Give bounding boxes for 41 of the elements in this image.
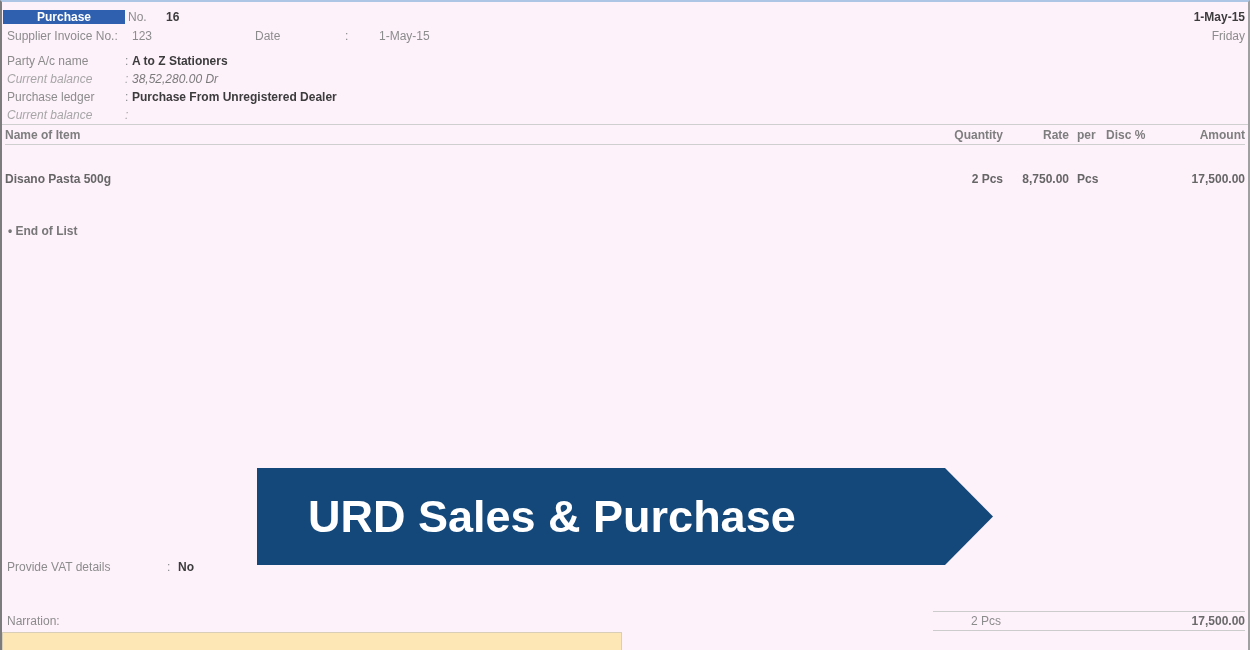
- column-header: Quantity: [953, 127, 1004, 142]
- field-value: Purchase From Unregistered Dealer: [132, 90, 338, 104]
- field-value: 1-May-15: [379, 29, 430, 43]
- table-cell-text: 8,750.00: [1021, 172, 1070, 186]
- table-cell-text: 2 Pcs: [970, 172, 1004, 186]
- balance-value: 38,52,280.00 Dr: [132, 72, 220, 86]
- field-label: Provide VAT details: [7, 560, 112, 574]
- column-header: Disc %: [1106, 127, 1147, 142]
- column-header: Name of Item: [5, 127, 82, 142]
- table-cell-text: Disano Pasta 500g: [5, 172, 113, 186]
- end-of-list-marker: • End of List: [8, 224, 78, 238]
- title-banner: URD Sales & Purchase: [257, 468, 993, 565]
- narration-label: Narration:: [6, 613, 60, 628]
- field-label: Purchase ledger: [7, 90, 96, 104]
- voucher-type-label: Purchase: [3, 10, 125, 24]
- column-header: Amount: [1198, 127, 1245, 142]
- field-separator: :: [167, 560, 172, 574]
- total-quantity: 2 Pcs: [970, 613, 1002, 628]
- column-header: Rate: [1042, 127, 1070, 142]
- field-separator: :: [125, 72, 130, 86]
- balance-label: Current balance: [7, 72, 94, 86]
- field-label: Date: [255, 29, 282, 43]
- field-value: 123: [132, 29, 154, 43]
- voucher-date: 1-May-15: [1193, 10, 1245, 24]
- field-label: Supplier Invoice No.:: [7, 29, 119, 43]
- weekday-label: Friday: [1211, 29, 1245, 43]
- field-separator: :: [125, 108, 130, 122]
- field-separator: :: [345, 29, 350, 43]
- field-separator: :: [125, 54, 130, 68]
- field-value: A to Z Stationers: [132, 54, 229, 68]
- voucher-number: 16: [166, 10, 180, 24]
- narration-field[interactable]: [2, 632, 622, 650]
- total-amount: 17,500.00: [1190, 613, 1245, 628]
- column-header: per: [1077, 127, 1097, 142]
- balance-label: Current balance: [7, 108, 94, 122]
- field-value: No: [178, 560, 194, 574]
- table-cell-text: 17,500.00: [1190, 172, 1245, 186]
- table-cell-text: Pcs: [1077, 172, 1100, 186]
- voucher-number-label: No.: [128, 10, 148, 24]
- field-separator: :: [125, 90, 130, 104]
- field-label: Party A/c name: [7, 54, 90, 68]
